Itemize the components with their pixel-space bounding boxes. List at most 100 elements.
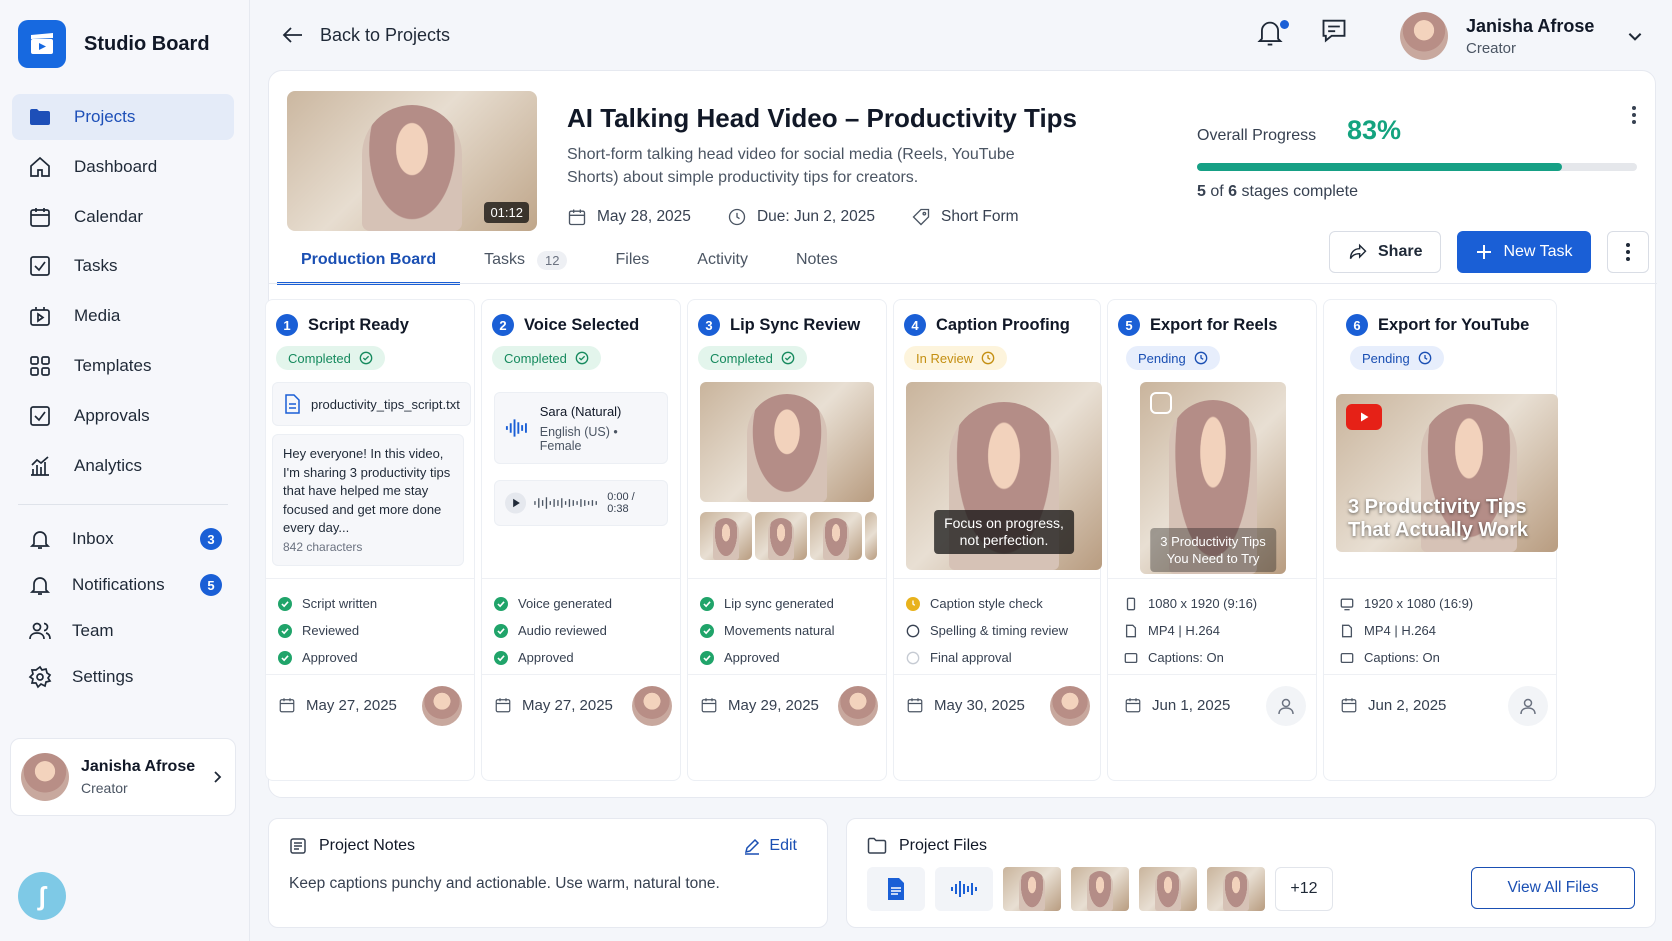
sidebar-item-media[interactable]: Media	[12, 293, 234, 339]
play-icon[interactable]	[505, 492, 527, 514]
stage-header: 2 Voice Selected	[492, 314, 639, 336]
frame-thumbnail[interactable]	[865, 512, 877, 560]
stage-column-youtube-export[interactable]: 6 Export for YouTube Pending 3 Productivi…	[1323, 299, 1558, 781]
share-label: Share	[1378, 243, 1423, 260]
divider	[1108, 674, 1316, 675]
stage-date: Jun 2, 2025	[1340, 696, 1446, 714]
youtube-preview-image[interactable]: 3 Productivity Tips That Actually Work	[1336, 394, 1558, 552]
file-audio[interactable]	[935, 867, 993, 911]
file-image-thumbnail[interactable]	[1003, 867, 1061, 911]
assignee-avatar[interactable]	[838, 686, 878, 726]
checklist-item[interactable]: Script written	[278, 590, 377, 617]
brand[interactable]: Studio Board	[18, 20, 210, 68]
notification-bell-button[interactable]	[1256, 18, 1289, 48]
messages-button[interactable]	[1320, 16, 1348, 49]
tab-tasks[interactable]: Tasks 12	[460, 243, 591, 285]
assistant-icon[interactable]: ʃ	[18, 872, 66, 920]
files-title: Project Files	[899, 837, 988, 854]
thumbnail-overlay: 3 Productivity Tips That Actually Work	[1348, 496, 1528, 542]
checklist-item[interactable]: Movements natural	[700, 617, 835, 644]
tab-notes[interactable]: Notes	[772, 243, 862, 285]
overlay-line: You Need to Try	[1166, 551, 1260, 566]
sidebar-item-settings[interactable]: Settings	[12, 654, 234, 700]
spec-item: MP4 | H.264	[1124, 617, 1257, 644]
chevron-down-icon	[1629, 33, 1642, 41]
sidebar-item-projects[interactable]: Projects	[12, 94, 234, 140]
audio-waveform[interactable]	[534, 495, 599, 511]
checklist-item[interactable]: Final approval	[906, 644, 1068, 671]
project-more-button[interactable]	[1631, 105, 1637, 130]
sidebar-item-dashboard[interactable]: Dashboard	[12, 144, 234, 190]
script-file-name: productivity_tips_script.txt	[311, 396, 460, 412]
view-all-files-button[interactable]: View All Files	[1471, 867, 1635, 909]
sidebar-item-tasks[interactable]: Tasks	[12, 243, 234, 289]
calendar-icon	[701, 698, 717, 713]
checklist-item[interactable]: Approved	[278, 644, 377, 671]
sidebar-item-calendar[interactable]: Calendar	[12, 194, 234, 240]
assignee-avatar[interactable]	[632, 686, 672, 726]
checklist-item[interactable]: Approved	[700, 644, 835, 671]
sidebar-item-notifications[interactable]: Notifications 5	[12, 562, 234, 608]
stage-column-reels-export[interactable]: 5 Export for Reels Pending 3 Productivity…	[1107, 299, 1317, 781]
script-file[interactable]: productivity_tips_script.txt	[272, 382, 471, 426]
checklist-item[interactable]: Lip sync generated	[700, 590, 835, 617]
sidebar-item-label: Team	[72, 621, 114, 640]
sidebar-item-inbox[interactable]: Inbox 3	[12, 516, 234, 562]
stage-column-captions[interactable]: 4 Caption Proofing In Review Focus on pro…	[893, 299, 1102, 781]
sidebar-item-templates[interactable]: Templates	[12, 343, 234, 389]
file-image-thumbnail[interactable]	[1139, 867, 1197, 911]
project-notes-panel: Project Notes Edit Keep captions punchy …	[268, 818, 828, 928]
tab-files[interactable]: Files	[591, 243, 673, 285]
grid-icon	[30, 356, 50, 376]
assignee-avatar[interactable]	[422, 686, 462, 726]
share-button[interactable]: Share	[1329, 231, 1442, 273]
project-type-text: Short Form	[941, 208, 1019, 225]
lipsync-preview-image[interactable]	[700, 382, 874, 502]
file-image-thumbnail[interactable]	[1207, 867, 1265, 911]
sidebar-user-name: Janisha Afrose	[81, 758, 196, 775]
tab-production-board[interactable]: Production Board	[277, 243, 461, 285]
header-user-menu[interactable]: Janisha Afrose Creator	[1400, 12, 1644, 60]
checklist-item[interactable]: Caption style check	[906, 590, 1068, 617]
checklist-item[interactable]: Audio reviewed	[494, 617, 612, 644]
reels-preview-image[interactable]: 3 Productivity Tips You Need to Try	[1140, 382, 1286, 574]
stage-date: May 30, 2025	[906, 696, 1025, 714]
checklist-item[interactable]: Voice generated	[494, 590, 612, 617]
new-task-button[interactable]: New Task	[1457, 231, 1591, 273]
checklist-item[interactable]: Reviewed	[278, 617, 377, 644]
tab-activity[interactable]: Activity	[673, 243, 772, 285]
sidebar-item-approvals[interactable]: Approvals	[12, 393, 234, 439]
divider	[482, 578, 680, 579]
file-image-thumbnail[interactable]	[1071, 867, 1129, 911]
stage-column-voice[interactable]: 2 Voice Selected Completed Sara (Natural)…	[481, 299, 681, 781]
stage-column-lipsync[interactable]: 3 Lip Sync Review Completed Lip sync gene…	[687, 299, 887, 781]
edit-notes-button[interactable]: Edit	[743, 837, 797, 855]
more-files-button[interactable]: +12	[1275, 867, 1333, 911]
pencil-icon	[745, 838, 760, 855]
spec-label: 1920 x 1080 (16:9)	[1364, 596, 1474, 611]
frame-thumbnail[interactable]	[755, 512, 807, 560]
calendar-icon	[568, 209, 586, 226]
voice-name: Sara (Natural)	[539, 403, 622, 419]
frame-thumbnail[interactable]	[700, 512, 752, 560]
sidebar-item-team[interactable]: Team	[12, 608, 234, 654]
caption-preview-image[interactable]: Focus on progress, not perfection.	[906, 382, 1102, 570]
check-circle-filled-icon	[278, 623, 292, 638]
checklist-item[interactable]: Approved	[494, 644, 612, 671]
checklist-item[interactable]: Spelling & timing review	[906, 617, 1068, 644]
avatar	[1400, 12, 1448, 60]
back-to-projects-link[interactable]: Back to Projects	[282, 24, 450, 46]
stage-column-script[interactable]: 1 Script Ready Completed productivity_tip…	[265, 299, 475, 781]
assignee-avatar[interactable]	[1050, 686, 1090, 726]
tab-label: Files	[615, 251, 650, 268]
unassigned-avatar[interactable]	[1266, 686, 1306, 726]
more-actions-button[interactable]	[1606, 231, 1649, 273]
frame-thumbnail[interactable]	[810, 512, 862, 560]
sidebar-item-analytics[interactable]: Analytics	[12, 443, 234, 489]
file-document[interactable]	[867, 867, 925, 911]
voice-card[interactable]: Sara (Natural) English (US) • Female	[494, 392, 668, 464]
sidebar-user-card[interactable]: Janisha Afrose Creator	[10, 738, 236, 816]
sidebar-item-label: Calendar	[74, 206, 143, 226]
unassigned-avatar[interactable]	[1508, 686, 1548, 726]
project-thumbnail[interactable]: 01:12	[287, 91, 537, 231]
